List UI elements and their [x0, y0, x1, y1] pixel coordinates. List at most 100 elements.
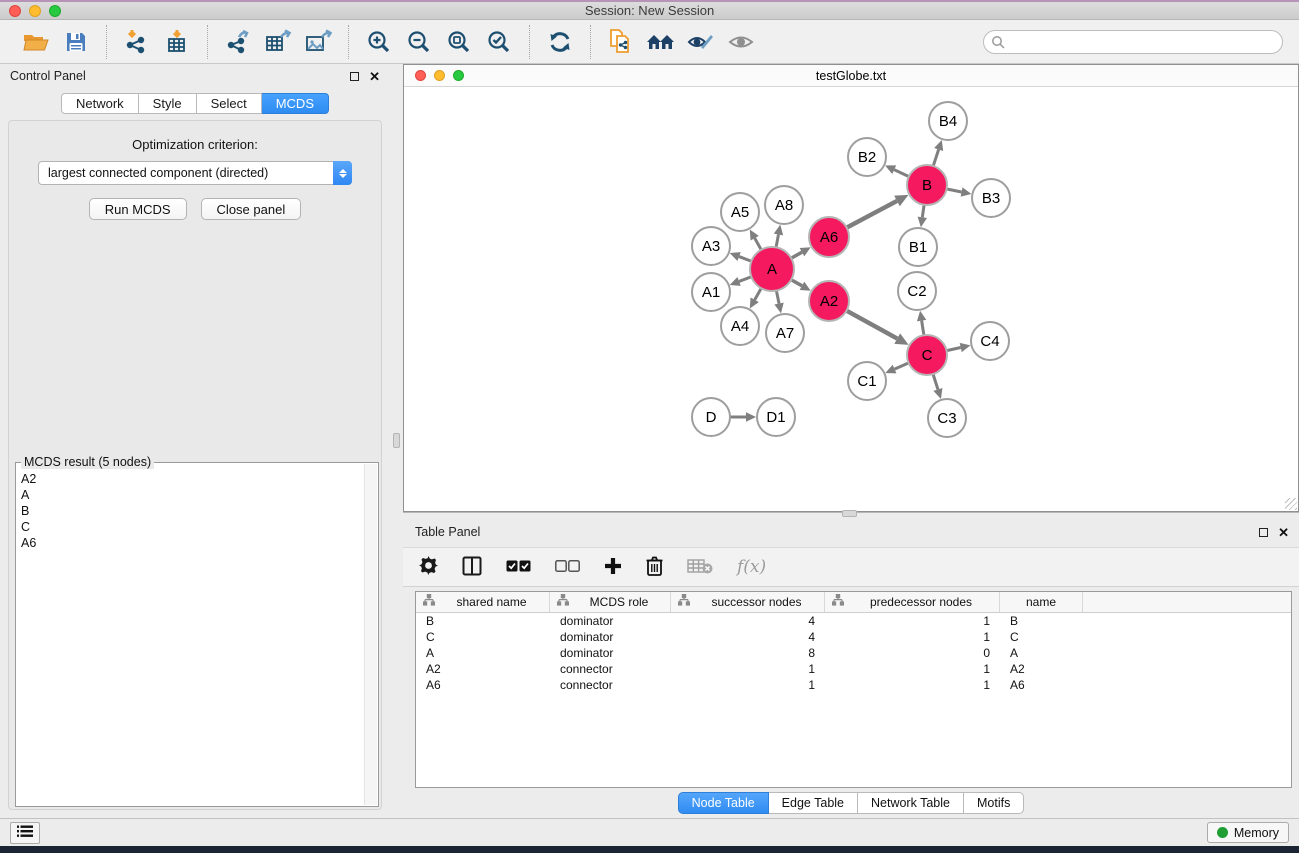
graph-edge-C-C4[interactable] — [946, 348, 961, 351]
tab-node-table[interactable]: Node Table — [678, 792, 769, 814]
column-header-successor-nodes[interactable]: successor nodes — [671, 592, 825, 612]
mcds-result-box: MCDS result (5 nodes) A2ABCA6 — [15, 462, 379, 807]
export-network-icon — [225, 29, 251, 55]
table-row[interactable]: Bdominator41B — [416, 613, 1291, 629]
graph-edge-A-A2[interactable] — [790, 279, 802, 286]
import-table-button[interactable] — [157, 25, 197, 59]
tab-style[interactable]: Style — [139, 93, 197, 114]
zoom-in-button[interactable] — [359, 25, 399, 59]
tab-network[interactable]: Network — [61, 93, 139, 114]
resize-grip[interactable] — [1285, 498, 1297, 510]
close-window-button[interactable] — [9, 5, 21, 17]
tab-select[interactable]: Select — [197, 93, 262, 114]
graph-edge-B-B4[interactable] — [933, 150, 939, 167]
close-panel-button[interactable]: Close panel — [201, 198, 302, 220]
network-canvas[interactable]: B4B2BB3B1A5A8A6A3AA1A4A7A2C2CC4C1C3DD1 — [404, 87, 1298, 511]
show-graphics-details-button[interactable] — [721, 25, 761, 59]
close-panel-icon[interactable]: ✕ — [369, 72, 380, 81]
create-column-button[interactable] — [604, 557, 622, 578]
arrowhead-icon — [774, 303, 783, 314]
graph-edge-B-B3[interactable] — [946, 189, 962, 192]
close-view-button[interactable] — [415, 70, 426, 81]
column-header-shared-name[interactable]: shared name — [416, 592, 550, 612]
run-mcds-button[interactable]: Run MCDS — [89, 198, 187, 220]
graph-edge-A-A4[interactable] — [755, 287, 762, 300]
refresh-button[interactable] — [540, 25, 580, 59]
table-cell: dominator — [550, 629, 671, 645]
network-window-titlebar[interactable]: testGlobe.txt — [404, 65, 1298, 87]
list-item[interactable]: B — [21, 503, 360, 519]
zoom-selected-button[interactable] — [479, 25, 519, 59]
graph-edge-A-A6[interactable] — [790, 252, 802, 259]
list-item[interactable]: A6 — [21, 535, 360, 551]
two-houses-icon — [646, 30, 676, 54]
zoom-out-button[interactable] — [399, 25, 439, 59]
zoom-window-button[interactable] — [49, 5, 61, 17]
column-header-MCDS-role[interactable]: MCDS role — [550, 592, 671, 612]
graph-edge-A2-C[interactable] — [846, 310, 898, 338]
delete-table-button[interactable] — [687, 558, 713, 577]
float-panel-icon[interactable] — [350, 72, 359, 81]
home-views-button[interactable] — [641, 25, 681, 59]
float-panel-icon[interactable] — [1259, 528, 1268, 537]
table-row[interactable]: A2connector11A2 — [416, 661, 1291, 677]
list-item[interactable]: A — [21, 487, 360, 503]
graph-edge-A-A7[interactable] — [776, 290, 779, 304]
minimize-window-button[interactable] — [29, 5, 41, 17]
result-scrollbar[interactable] — [364, 464, 377, 805]
right-column: testGlobe.txt B4B2BB3B1A5A8A6A3AA1A4A7A2… — [403, 64, 1299, 818]
table-cell: B — [1000, 613, 1083, 629]
tab-network-table[interactable]: Network Table — [858, 792, 964, 814]
graph-node-label: A3 — [702, 238, 720, 255]
zoom-fit-button[interactable] — [439, 25, 479, 59]
table-options-button[interactable] — [419, 556, 438, 578]
graph-edge-A-A5[interactable] — [755, 238, 762, 251]
show-columns-button[interactable] — [462, 556, 482, 579]
arrowhead-icon — [917, 311, 926, 322]
divider-handle[interactable] — [842, 510, 857, 517]
graph-edge-C-C3[interactable] — [933, 373, 938, 389]
export-image-button[interactable] — [298, 25, 338, 59]
select-all-button[interactable] — [506, 560, 531, 575]
mcds-panel: Optimization criterion: largest connecte… — [8, 120, 382, 810]
delete-columns-button[interactable] — [646, 556, 663, 579]
table-cell: C — [1000, 629, 1083, 645]
divider-handle[interactable] — [393, 433, 400, 448]
list-item[interactable]: C — [21, 519, 360, 535]
tab-motifs[interactable]: Motifs — [964, 792, 1024, 814]
graph-edge-B-B2[interactable] — [894, 170, 910, 177]
hide-graphics-details-button[interactable] — [681, 25, 721, 59]
criterion-select[interactable]: largest connected component (directed) — [38, 161, 352, 185]
graph-edge-A6-B[interactable] — [846, 201, 897, 228]
main-toolbar — [0, 20, 1299, 64]
task-history-button[interactable] — [10, 822, 40, 844]
export-network-button[interactable] — [218, 25, 258, 59]
minimize-view-button[interactable] — [434, 70, 445, 81]
copy-network-button[interactable] — [601, 25, 641, 59]
import-network-button[interactable] — [117, 25, 157, 59]
table-row[interactable]: A6connector11A6 — [416, 677, 1291, 693]
function-builder-button[interactable]: f(x) — [737, 557, 766, 577]
open-session-button[interactable] — [16, 25, 56, 59]
graph-edge-C-C1[interactable] — [895, 363, 910, 370]
table-panel-header: Table Panel ✕ — [403, 520, 1299, 544]
export-table-button[interactable] — [258, 25, 298, 59]
zoom-view-button[interactable] — [453, 70, 464, 81]
table-row[interactable]: Adominator80A — [416, 645, 1291, 661]
search-input[interactable] — [983, 30, 1283, 54]
tab-mcds[interactable]: MCDS — [262, 93, 329, 114]
column-header-name[interactable]: name — [1000, 592, 1083, 612]
graph-edge-A-A8[interactable] — [776, 234, 779, 248]
close-panel-icon[interactable]: ✕ — [1278, 528, 1289, 537]
memory-button[interactable]: Memory — [1207, 822, 1289, 843]
tab-edge-table[interactable]: Edge Table — [769, 792, 858, 814]
table-row[interactable]: Cdominator41C — [416, 629, 1291, 645]
list-item[interactable]: A2 — [21, 471, 360, 487]
deselect-all-button[interactable] — [555, 560, 580, 575]
graph-edge-C-C2[interactable] — [922, 321, 924, 337]
save-session-button[interactable] — [56, 25, 96, 59]
graph-edge-B-B1[interactable] — [922, 204, 924, 218]
column-header-predecessor-nodes[interactable]: predecessor nodes — [825, 592, 1000, 612]
graph-edge-A-A3[interactable] — [739, 257, 752, 262]
graph-edge-A-A1[interactable] — [739, 276, 752, 281]
